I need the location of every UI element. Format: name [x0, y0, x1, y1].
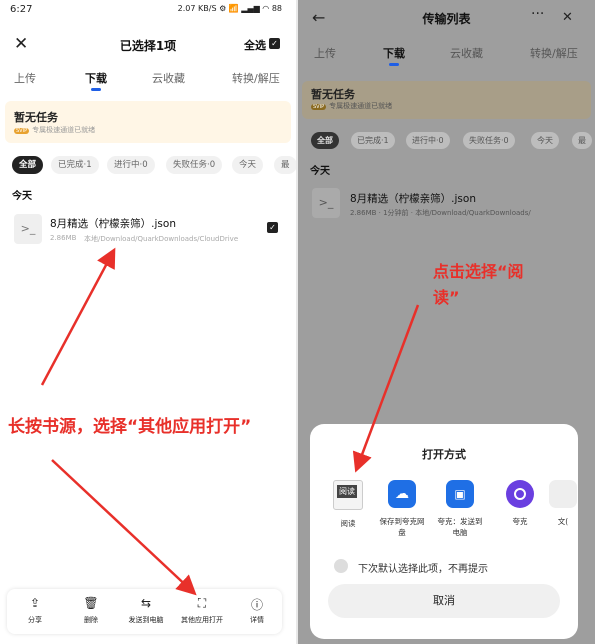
app-save-cloud[interactable]: ☁ 保存到夸克网盘 [376, 480, 428, 538]
send-to-pc-button[interactable]: ⇆ 发送到电脑 [121, 596, 171, 625]
status-time: 6:27 [10, 4, 33, 15]
banner-subtitle: SVIP 专属极速通道已就绪 [14, 125, 95, 135]
annotation-long-press: 长按书源，选择“其他应用打开” [8, 417, 252, 437]
tab-cloud-favorites[interactable]: 云收藏 [450, 45, 483, 61]
send-to-pc-icon: ⇆ [140, 596, 152, 610]
share-button[interactable]: ⇪ 分享 [10, 596, 60, 625]
filter-failed[interactable]: 失败任务·0 [463, 132, 515, 149]
reader-app-icon: 阅读 [333, 480, 363, 510]
info-icon: ⓘ [250, 598, 263, 612]
task-banner: 暂无任务 SVIP 专属极速通道已就绪 [302, 81, 591, 119]
file-path: 本地/Download/QuarkDownloads/CloudDrive [84, 235, 239, 243]
file-type-icon: >_ [312, 188, 340, 218]
open-with-label: 其他应用打开 [181, 616, 223, 624]
filter-in-progress[interactable]: 进行中·0 [107, 156, 155, 174]
close-icon[interactable]: ✕ [562, 10, 573, 25]
file-checkbox[interactable]: ✓ [267, 222, 278, 233]
banner-subtitle-text: 专属极速通道已就绪 [32, 126, 96, 134]
open-with-button[interactable]: ⛶ 其他应用打开 [177, 596, 227, 625]
tab-upload[interactable]: 上传 [14, 70, 36, 86]
file-type-icon: >_ [14, 214, 42, 244]
app-reader-label: 阅读 [340, 519, 356, 528]
sheet-title: 打开方式 [422, 448, 466, 461]
app-more[interactable]: 文( [548, 480, 578, 527]
share-label: 分享 [28, 616, 42, 624]
action-bar: ⇪ 分享 🗑 删除 ⇆ 发送到电脑 ⛶ 其他应用打开 ⓘ 详情 [7, 589, 282, 634]
section-today: 今天 [310, 166, 330, 177]
file-size: 2.86MB [50, 234, 77, 242]
save-cloud-icon: ☁ [388, 480, 416, 508]
app-send-pc[interactable]: ▣ 夸克：发送到电脑 [434, 480, 486, 538]
share-icon: ⇪ [29, 596, 41, 610]
details-button[interactable]: ⓘ 详情 [232, 596, 282, 625]
svip-badge: SVIP [14, 128, 30, 134]
task-banner: 暂无任务 SVIP 专属极速通道已就绪 [5, 101, 291, 143]
annotation-tap-read-line2: 读” [433, 288, 460, 307]
status-icons: 2.07 KB/S ⚙ 📶 ▂▄▆ ◠ 88 [177, 4, 282, 13]
section-today: 今天 [12, 191, 32, 202]
open-with-sheet: 打开方式 阅读 阅读 ☁ 保存到夸克网盘 ▣ 夸克：发送到电脑 夸克 文( 下次… [310, 424, 578, 639]
filter-all[interactable]: 全部 [12, 156, 44, 174]
right-screenshot: ← 传输列表 ··· ✕ 上传 下载 云收藏 转换/解压 暂无任务 SVIP 专属… [298, 0, 595, 644]
tab-download[interactable]: 下载 [85, 70, 107, 91]
app-reader[interactable]: 阅读 阅读 [322, 480, 374, 529]
tab-convert[interactable]: 转换/解压 [232, 70, 280, 86]
banner-title: 暂无任务 [311, 88, 355, 101]
filter-completed[interactable]: 已完成·1 [51, 156, 99, 174]
page-title-transfer: 传输列表 [422, 12, 471, 26]
filter-failed[interactable]: 失败任务·0 [166, 156, 223, 174]
tab-convert[interactable]: 转换/解压 [530, 45, 578, 61]
app-quark[interactable]: 夸克 [494, 480, 546, 527]
default-choice-label: 下次默认选择此项，不再提示 [358, 564, 488, 575]
more-app-icon [549, 480, 577, 508]
filter-today[interactable]: 今天 [531, 132, 559, 149]
delete-label: 删除 [84, 616, 98, 624]
filter-today[interactable]: 今天 [232, 156, 264, 174]
more-icon[interactable]: ··· [531, 6, 544, 22]
delete-icon: 🗑 [83, 596, 99, 610]
banner-subtitle-text: 专属极速通道已就绪 [329, 102, 393, 110]
annotation-tap-read-line1: 点击选择“阅 [433, 262, 524, 281]
file-name: 8月精选（柠檬亲筛）.json [350, 193, 476, 205]
select-all-checkbox[interactable]: ✓ [269, 38, 280, 49]
left-screenshot: 6:27 2.07 KB/S ⚙ 📶 ▂▄▆ ◠ 88 ✕ 已选择1项 全选 ✓… [0, 0, 296, 644]
quark-app-icon [506, 480, 534, 508]
svip-badge: SVIP [311, 104, 327, 110]
tab-download[interactable]: 下载 [383, 45, 405, 66]
select-all-label[interactable]: 全选 [244, 37, 266, 53]
delete-button[interactable]: 🗑 删除 [66, 596, 116, 625]
app-quark-label: 夸克 [512, 517, 528, 526]
send-to-pc-label: 发送到电脑 [128, 616, 164, 624]
cancel-button[interactable]: 取消 [328, 584, 560, 618]
banner-title: 暂无任务 [14, 111, 58, 124]
filter-more[interactable]: 最 [274, 156, 296, 174]
filter-all[interactable]: 全部 [311, 132, 339, 149]
filter-in-progress[interactable]: 进行中·0 [406, 132, 450, 149]
app-send-pc-label: 夸克：发送到电脑 [437, 517, 483, 537]
app-save-cloud-label: 保存到夸克网盘 [379, 517, 425, 537]
app-more-label: 文( [557, 517, 569, 526]
tab-upload[interactable]: 上传 [314, 45, 336, 61]
tab-cloud-favorites[interactable]: 云收藏 [152, 70, 185, 86]
filter-completed[interactable]: 已完成·1 [351, 132, 395, 149]
banner-subtitle: SVIP 专属极速通道已就绪 [311, 101, 392, 111]
filter-more[interactable]: 最 [572, 132, 592, 149]
open-with-icon: ⛶ [197, 596, 207, 610]
quark-send-pc-icon: ▣ [446, 480, 474, 508]
details-label: 详情 [250, 616, 264, 624]
default-choice-radio[interactable] [334, 559, 348, 573]
tab-bar: 上传 下载 云收藏 转换/解压 [0, 70, 296, 91]
file-name: 8月精选（柠檬亲筛）.json [50, 218, 176, 230]
file-meta: 2.86MB · 1分钟前 · 本地/Download/QuarkDownloa… [350, 209, 531, 217]
